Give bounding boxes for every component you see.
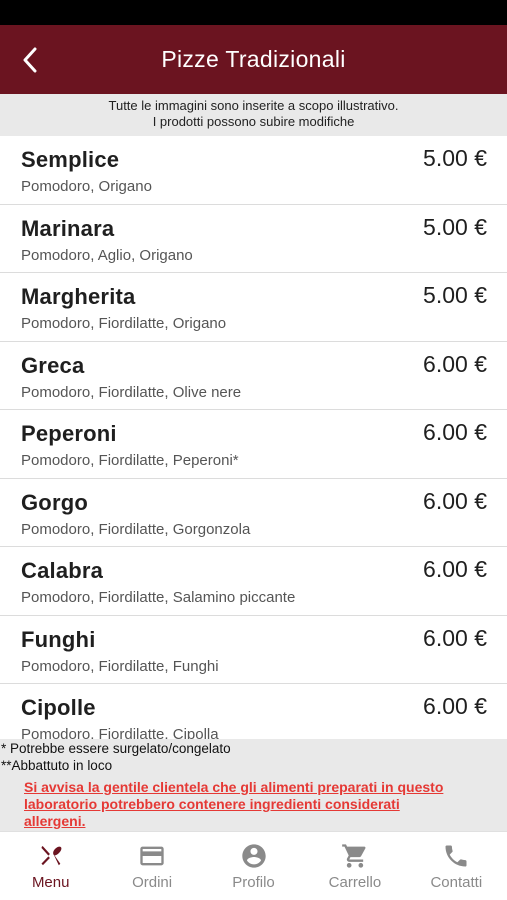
tab-label: Profilo [232,874,275,891]
menu-item[interactable]: Margherita Pomodoro, Fiordilatte, Origan… [0,273,507,342]
tab-label: Ordini [132,874,173,891]
item-description: Pomodoro, Aglio, Origano [21,246,193,264]
tab-label: Menu [31,874,70,891]
cart-icon [341,842,369,870]
item-price: 5.00 € [423,282,487,308]
menu-item[interactable]: Gorgo Pomodoro, Fiordilatte, Gorgonzola … [0,478,507,547]
item-price: 6.00 € [423,556,487,582]
menu-item[interactable]: Greca Pomodoro, Fiordilatte, Olive nere … [0,341,507,410]
item-name: Semplice [21,147,120,172]
item-name: Greca [21,352,85,378]
item-name: Marinara [21,215,115,241]
menu-item[interactable]: Marinara Pomodoro, Aglio, Origano 5.00 € [0,204,507,273]
phone-icon [442,842,470,870]
item-price: 5.00 € [423,145,487,171]
item-name: Margherita [21,284,136,309]
item-description: Pomodoro, Fiordilatte, Funghi [21,657,219,675]
status-bar [0,0,507,25]
menu-item[interactable]: Semplice Pomodoro, Origano 5.00 € [0,136,507,205]
tab-ordini[interactable]: Ordini [101,832,202,900]
item-price: 6.00 € [423,419,487,445]
item-description: Pomodoro, Fiordilatte, Peperoni* [21,452,239,469]
tab-bar: Menu Ordini Profilo Carrello Contatti [0,831,507,900]
chevron-left-icon [23,47,37,73]
tab-carrello[interactable]: Carrello [304,832,405,900]
header-bar: Pizze Tradizionali [0,25,507,94]
tab-menu[interactable]: Menu [0,832,101,900]
item-price: 6.00 € [423,350,487,377]
tab-profilo[interactable]: Profilo [203,832,304,900]
credit-card-icon [138,842,166,870]
tab-label: Contatti [430,874,483,891]
item-price: 6.00 € [423,693,487,719]
item-price: 6.00 € [423,624,487,651]
item-description: Pomodoro, Fiordilatte, Olive nere [21,383,242,401]
cutlery-icon [37,842,65,870]
item-name: Peperoni [21,421,117,446]
disclaimer-notice: Tutte le immagini sono inserite a scopo … [0,94,507,136]
menu-item[interactable]: Funghi Pomodoro, Fiordilatte, Funghi 6.0… [0,615,507,684]
tab-label: Carrello [328,874,382,891]
item-description: Pomodoro, Fiordilatte, Origano [21,315,227,332]
disclaimer-line-1: Tutte le immagini sono inserite a scopo … [108,98,399,113]
menu-item[interactable]: Cipolle Pomodoro, Fiordilatte, Cipolla 6… [0,684,507,739]
item-price: 6.00 € [423,487,487,514]
item-description: Pomodoro, Fiordilatte, Cipolla [21,726,219,739]
pizza-list[interactable]: Semplice Pomodoro, Origano 5.00 € Marina… [0,136,507,739]
footer-notes: * Potrebbe essere surgelato/congelato **… [0,739,507,831]
tab-contatti[interactable]: Contatti [406,832,507,900]
item-description: Pomodoro, Origano [21,178,152,195]
account-icon [240,842,268,870]
item-description: Pomodoro, Fiordilatte, Gorgonzola [21,520,251,538]
page-title: Pizze Tradizionali [161,46,346,72]
frozen-note: * Potrebbe essere surgelato/congelato [1,741,231,756]
item-price: 5.00 € [423,213,487,240]
allergen-warning: Si avvisa la gentile clientela che gli a… [24,779,444,829]
item-description: Pomodoro, Fiordilatte, Salamino piccante [21,589,296,606]
item-name: Calabra [21,558,104,583]
item-name: Gorgo [21,489,88,515]
menu-item[interactable]: Peperoni Pomodoro, Fiordilatte, Peperoni… [0,410,507,479]
item-name: Cipolle [21,695,96,720]
disclaimer-line-2: I prodotti possono subire modifiche [152,114,355,129]
back-button[interactable] [14,42,46,78]
menu-item[interactable]: Calabra Pomodoro, Fiordilatte, Salamino … [0,547,507,616]
item-name: Funghi [21,626,96,652]
blast-chilled-note: **Abbattuto in loco [1,758,113,773]
